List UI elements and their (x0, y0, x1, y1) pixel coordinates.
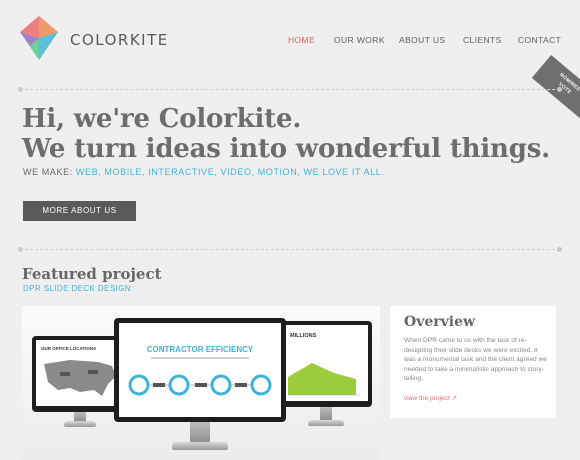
hero-headline-2: We turn ideas into wonderful things. (22, 134, 550, 164)
we-make-label: WE MAKE: (23, 167, 73, 177)
overview-card: Overview When DPR came to us with the ta… (390, 306, 556, 418)
nav-item-home[interactable]: HOME (288, 35, 315, 45)
monitor-center-base (172, 442, 228, 450)
project-showcase-image[interactable]: OUR OFFICE LOCATIONS MILLIONS CONTRACTOR… (22, 306, 380, 460)
divider-middle (18, 247, 562, 252)
nav-item-our-work[interactable]: OUR WORK (334, 35, 385, 45)
divider-top (18, 87, 562, 92)
nav-item-about-us[interactable]: ABOUT US (399, 35, 446, 45)
slide-left-title: OUR OFFICE LOCATIONS (41, 346, 97, 351)
slide-center-subtitle-bar (151, 357, 249, 359)
monitor-left-base (64, 421, 96, 427)
nav-item-contact[interactable]: CONTACT (518, 35, 561, 45)
hero-headline-1: Hi, we're Colorkite. (22, 104, 302, 134)
slide-right-title: MILLIONS (290, 333, 317, 339)
us-map-icon (44, 360, 116, 396)
nav-item-clients[interactable]: CLIENTS (463, 35, 502, 45)
main-nav: HOME OUR WORK ABOUT US CLIENTS CONTACT (0, 35, 580, 49)
view-project-link[interactable]: view the project ↗ (404, 394, 457, 402)
more-about-us-button[interactable]: MORE ABOUT US (23, 201, 136, 221)
divider-dot (557, 247, 562, 252)
monitor-center-neck (190, 422, 210, 444)
page: COLORKITE HOME OUR WORK ABOUT US CLIENTS… (0, 0, 580, 460)
slide-center-title: CONTRACTOR EFFICIENCY (146, 345, 254, 354)
divider-dot (557, 87, 562, 92)
monitor-right: MILLIONS (278, 321, 372, 407)
overview-title: Overview (404, 314, 476, 330)
overview-text: When DPR came to us with the task of re-… (404, 337, 547, 383)
area-chart-graphic (288, 363, 360, 396)
monitor-right-neck (320, 407, 332, 421)
efficiency-gauges-graphic (128, 374, 272, 396)
nominee-ribbon[interactable]: NOMINEE VOTE (531, 54, 580, 120)
monitor-center: CONTRACTOR EFFICIENCY (114, 318, 286, 422)
featured-project-name[interactable]: DPR SLIDE DECK DESIGN (23, 284, 131, 293)
we-make-list: WEB, MOBILE, INTERACTIVE, VIDEO, MOTION,… (75, 167, 385, 177)
monitor-right-base (308, 420, 344, 426)
we-make-line: WE MAKE: WEB, MOBILE, INTERACTIVE, VIDEO… (23, 167, 384, 177)
divider-dot (18, 247, 23, 252)
featured-heading: Featured project (22, 265, 162, 283)
divider-dot (18, 87, 23, 92)
